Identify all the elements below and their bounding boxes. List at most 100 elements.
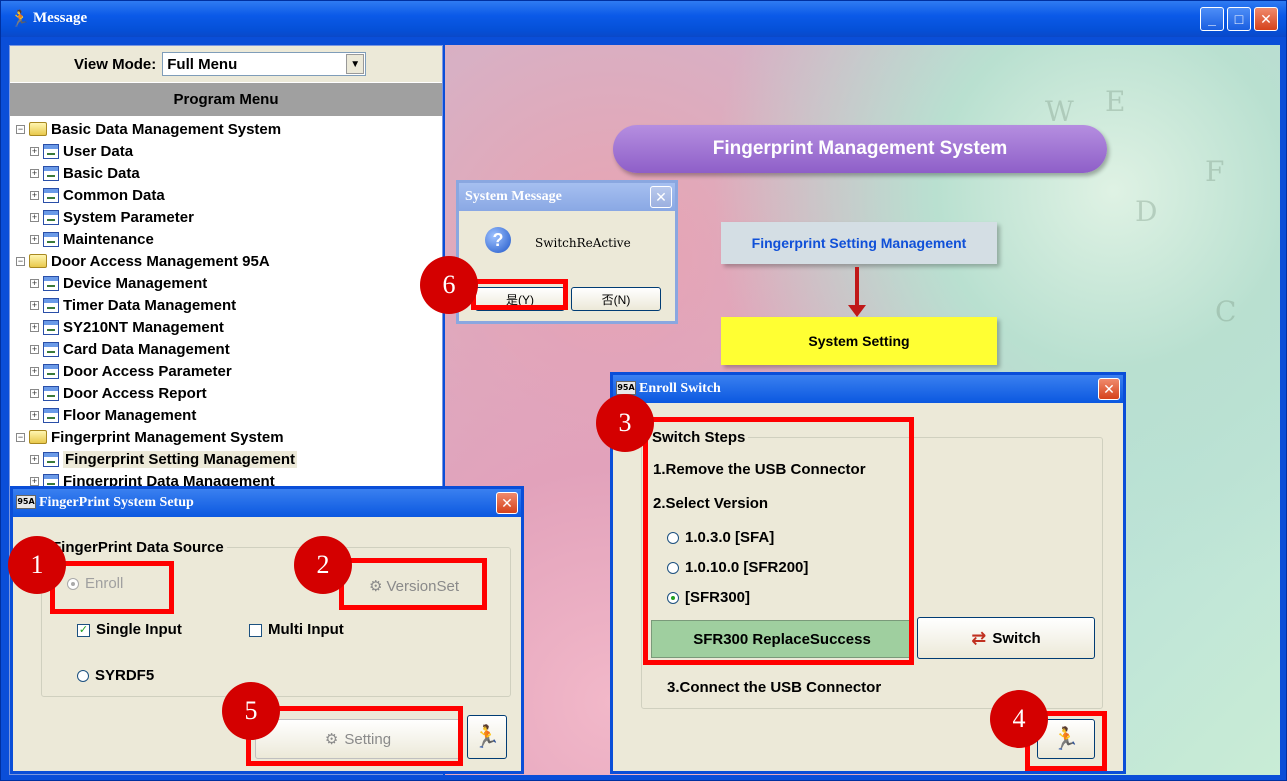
app-95a-icon: 95A <box>16 495 36 509</box>
tree-item[interactable]: + Common Data <box>10 184 442 206</box>
switch-runner-icon: ⇄ <box>971 627 987 648</box>
flow-title: Fingerprint Management System <box>613 125 1107 173</box>
page-icon <box>43 451 59 467</box>
tree-item[interactable]: + Basic Data <box>10 162 442 184</box>
question-icon: ? <box>485 227 511 253</box>
collapse-icon[interactable]: − <box>16 124 25 134</box>
expand-icon[interactable]: + <box>30 300 39 310</box>
page-icon <box>43 275 59 291</box>
highlight-enroll <box>50 561 174 614</box>
close-icon[interactable]: ✕ <box>496 492 518 514</box>
tree-item-label: Basic Data Management System <box>51 120 282 138</box>
view-mode-label: View Mode: <box>74 55 157 73</box>
highlight-yes-button <box>471 279 568 310</box>
system-message-title: System Message <box>459 183 675 211</box>
tree-item[interactable]: + Device Management <box>10 272 442 294</box>
checkbox-checked-icon: ✓ <box>77 623 90 637</box>
tree-item[interactable]: + Maintenance <box>10 228 442 250</box>
tree-item[interactable]: + Timer Data Management <box>10 294 442 316</box>
enroll-switch-titlebar: 95A Enroll Switch <box>613 375 1123 403</box>
page-icon <box>43 407 59 423</box>
collapse-icon[interactable]: − <box>16 432 25 442</box>
syrdf5-radio[interactable]: SYRDF5 <box>77 667 154 684</box>
tree-item[interactable]: − Door Access Management 95A <box>10 250 442 272</box>
keyboard-decoration: D <box>1135 195 1158 228</box>
tree-item-label: Card Data Management <box>63 340 230 358</box>
tree-item[interactable]: − Fingerprint Management System <box>10 426 442 448</box>
minimize-button[interactable]: _ <box>1200 7 1224 31</box>
expand-icon[interactable]: + <box>30 190 39 200</box>
tree-item-label: Basic Data <box>63 164 140 182</box>
runner-button[interactable]: 🏃 <box>467 715 507 759</box>
page-icon <box>43 209 59 225</box>
maximize-button[interactable]: □ <box>1227 7 1251 31</box>
tree-item[interactable]: − Basic Data Management System <box>10 118 442 140</box>
view-mode-bar: View Mode: Full Menu ▼ <box>10 46 442 82</box>
expand-icon[interactable]: + <box>30 212 39 222</box>
system-message-text: SwitchReActive <box>535 236 631 250</box>
page-icon <box>43 231 59 247</box>
checkbox-icon <box>249 623 262 637</box>
highlight-switch-steps <box>643 417 914 665</box>
title-bar[interactable]: 🏃 Message _ □ ✕ <box>1 1 1286 37</box>
step-marker-2: 2 <box>294 536 352 594</box>
window-title: Message <box>33 10 88 26</box>
expand-icon[interactable]: + <box>30 234 39 244</box>
tree-item[interactable]: + Door Access Parameter <box>10 360 442 382</box>
flow-step-fingerprint-setting[interactable]: Fingerprint Setting Management <box>721 222 997 264</box>
tree-item[interactable]: + Card Data Management <box>10 338 442 360</box>
app-95a-icon: 95A <box>616 381 636 395</box>
runner-icon: 🏃 <box>473 724 501 749</box>
chevron-down-icon[interactable]: ▼ <box>346 54 365 74</box>
highlight-versionset <box>339 558 487 610</box>
tree-item[interactable]: + Floor Management <box>10 404 442 426</box>
tree-item[interactable]: + SY210NT Management <box>10 316 442 338</box>
flow-step-system-setting[interactable]: System Setting <box>721 317 997 365</box>
switch-button[interactable]: ⇄ Switch <box>917 617 1095 659</box>
tree-item[interactable]: + Door Access Report <box>10 382 442 404</box>
page-icon <box>43 385 59 401</box>
collapse-icon[interactable]: − <box>16 256 25 266</box>
tree-item-label: Door Access Parameter <box>63 362 232 380</box>
keyboard-decoration: C <box>1215 295 1237 328</box>
program-menu-header: Program Menu <box>10 82 442 116</box>
keyboard-decoration: E <box>1105 85 1126 118</box>
expand-icon[interactable]: + <box>30 476 39 486</box>
close-button[interactable]: ✕ <box>1254 7 1278 31</box>
tree-item[interactable]: + User Data <box>10 140 442 162</box>
page-icon <box>43 143 59 159</box>
expand-icon[interactable]: + <box>30 388 39 398</box>
keyboard-decoration: F <box>1205 155 1225 188</box>
expand-icon[interactable]: + <box>30 344 39 354</box>
step-connect-usb: 3.Connect the USB Connector <box>667 679 882 696</box>
page-icon <box>43 297 59 313</box>
syrdf5-label: SYRDF5 <box>95 667 155 684</box>
expand-icon[interactable]: + <box>30 410 39 420</box>
single-input-checkbox[interactable]: ✓ Single Input <box>77 621 182 638</box>
no-button[interactable]: 否(N) <box>571 287 661 311</box>
expand-icon[interactable]: + <box>30 278 39 288</box>
close-icon[interactable]: ✕ <box>1098 378 1120 400</box>
flow-arrow-icon <box>848 267 866 317</box>
tree-item-label: SY210NT Management <box>63 318 224 336</box>
expand-icon[interactable]: + <box>30 168 39 178</box>
page-icon <box>43 319 59 335</box>
radio-icon <box>77 670 89 683</box>
tree-item[interactable]: + System Parameter <box>10 206 442 228</box>
close-icon[interactable]: ✕ <box>650 186 672 208</box>
page-icon <box>43 341 59 357</box>
view-mode-value: Full Menu <box>167 55 238 73</box>
expand-icon[interactable]: + <box>30 366 39 376</box>
view-mode-select[interactable]: Full Menu ▼ <box>162 52 367 76</box>
expand-icon[interactable]: + <box>30 454 39 464</box>
single-input-label: Single Input <box>96 621 182 638</box>
expand-icon[interactable]: + <box>30 146 39 156</box>
page-icon <box>43 165 59 181</box>
page-icon <box>43 363 59 379</box>
step-marker-5: 5 <box>222 682 280 740</box>
tree-item[interactable]: + Fingerprint Setting Management <box>10 448 442 470</box>
tree-item-label: Device Management <box>63 274 208 292</box>
tree-item-label: Timer Data Management <box>63 296 237 314</box>
expand-icon[interactable]: + <box>30 322 39 332</box>
multi-input-checkbox[interactable]: Multi Input <box>249 621 344 638</box>
